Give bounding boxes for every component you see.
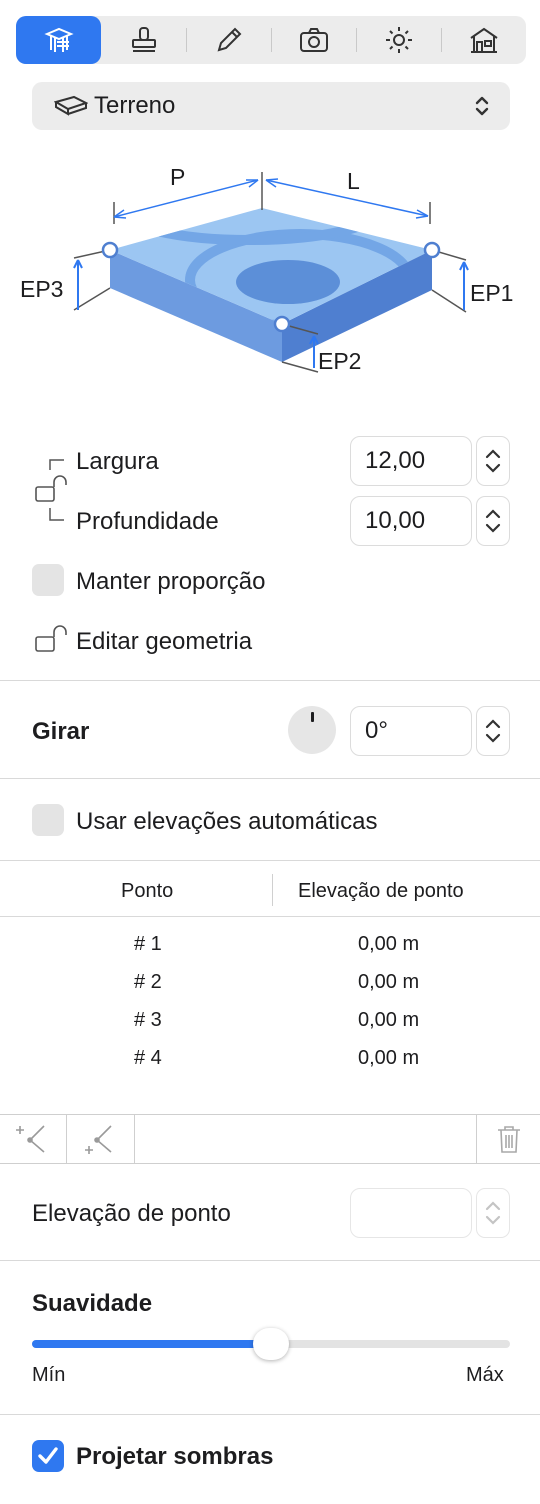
stepper-down-icon [485,733,501,743]
inspector-toolbar [16,16,526,64]
point-elevation-field[interactable] [350,1188,472,1238]
smoothness-slider-knob[interactable] [253,1328,289,1360]
stepper-down-icon [485,463,501,473]
terrain-icon [54,95,88,116]
checkmark-icon [38,1447,58,1464]
terrain-illustration [73,172,469,373]
tab-camera[interactable] [271,16,356,64]
add-point-icon [85,1125,112,1154]
keep-ratio-checkbox[interactable] [32,564,64,596]
depth-stepper[interactable] [476,496,510,546]
keep-ratio-label[interactable]: Manter proporção [76,568,265,596]
stepper-up-icon [485,509,501,519]
tab-edit[interactable] [186,16,271,64]
elevation-cell: 0,00 m [358,1009,420,1031]
label-l: L [347,168,360,194]
column-header-point[interactable]: Ponto [121,880,173,903]
point-cell: # 1 [134,933,162,955]
proportion-lock-icon[interactable] [32,474,72,506]
rotation-field[interactable]: 0° [350,706,472,756]
stepper-down-icon [485,523,501,533]
divider [0,1414,540,1415]
depth-label: Profundidade [76,508,219,535]
cast-shadows-checkbox[interactable] [32,1440,64,1472]
point-elevation-stepper[interactable] [476,1188,510,1238]
add-point-after-button[interactable] [67,1115,133,1163]
camera-icon [299,28,328,52]
smoothness-slider-fill [32,1340,271,1348]
house-icon [469,27,498,53]
delete-point-button[interactable] [477,1115,540,1163]
stepper-up-icon [485,449,501,459]
point-elevation-label: Elevação de ponto [32,1200,231,1227]
label-ep3: EP3 [20,276,64,302]
tab-lighting[interactable] [356,16,441,64]
column-header-elevation[interactable]: Elevação de ponto [298,880,464,903]
point-cell: # 4 [134,1047,162,1069]
smoothness-max-label: Máx [466,1364,504,1386]
pencil-icon [217,27,241,52]
tab-materials[interactable] [101,16,186,64]
auto-elevation-checkbox[interactable] [32,804,64,836]
tab-building[interactable] [441,16,526,64]
divider [0,680,540,681]
stepper-up-icon [485,1201,501,1211]
rotation-dial[interactable] [288,706,336,754]
table-action-bar [0,1114,540,1164]
divider [0,860,540,861]
auto-elevation-label[interactable]: Usar elevações automáticas [76,808,377,836]
smoothness-slider[interactable] [32,1328,510,1360]
label-ep1: EP1 [470,280,514,306]
width-label: Largura [76,448,159,475]
chevron-updown-icon [475,96,489,116]
add-point-before-button[interactable] [0,1115,66,1163]
elevation-cell: 0,00 m [358,971,420,993]
elevation-cell: 0,00 m [358,1047,420,1069]
table-header-divider [0,916,540,917]
divider [0,778,540,779]
column-separator [272,874,273,906]
point-cell: # 2 [134,971,162,993]
stepper-down-icon [485,1215,501,1225]
elevation-cell: 0,00 m [358,933,420,955]
divider [0,1260,540,1261]
sun-icon [385,27,412,53]
object-type-label: Terreno [94,92,176,119]
point-cell: # 3 [134,1009,162,1031]
terrain-tools-icon [43,27,74,52]
trash-icon [497,1126,520,1153]
terrain-diagram: P L EP3 EP1 EP2 [0,150,540,400]
stamp-icon [131,27,156,52]
smoothness-min-label: Mín [32,1364,66,1386]
width-field[interactable]: 12,00 [350,436,472,486]
edit-geometry-lock-icon[interactable] [32,624,72,656]
rotation-stepper[interactable] [476,706,510,756]
width-stepper[interactable] [476,436,510,486]
stepper-up-icon [485,719,501,729]
rotation-dial-indicator [311,712,314,722]
label-ep2: EP2 [318,348,362,374]
add-point-icon [16,1125,45,1153]
edit-geometry-label[interactable]: Editar geometria [76,628,252,656]
label-p: P [170,164,186,190]
rotate-label: Girar [32,718,90,745]
object-type-popup[interactable]: Terreno [32,82,510,130]
cast-shadows-label[interactable]: Projetar sombras [76,1443,273,1471]
depth-field[interactable]: 10,00 [350,496,472,546]
smoothness-label: Suavidade [32,1290,153,1317]
tab-terrain[interactable] [16,16,101,64]
